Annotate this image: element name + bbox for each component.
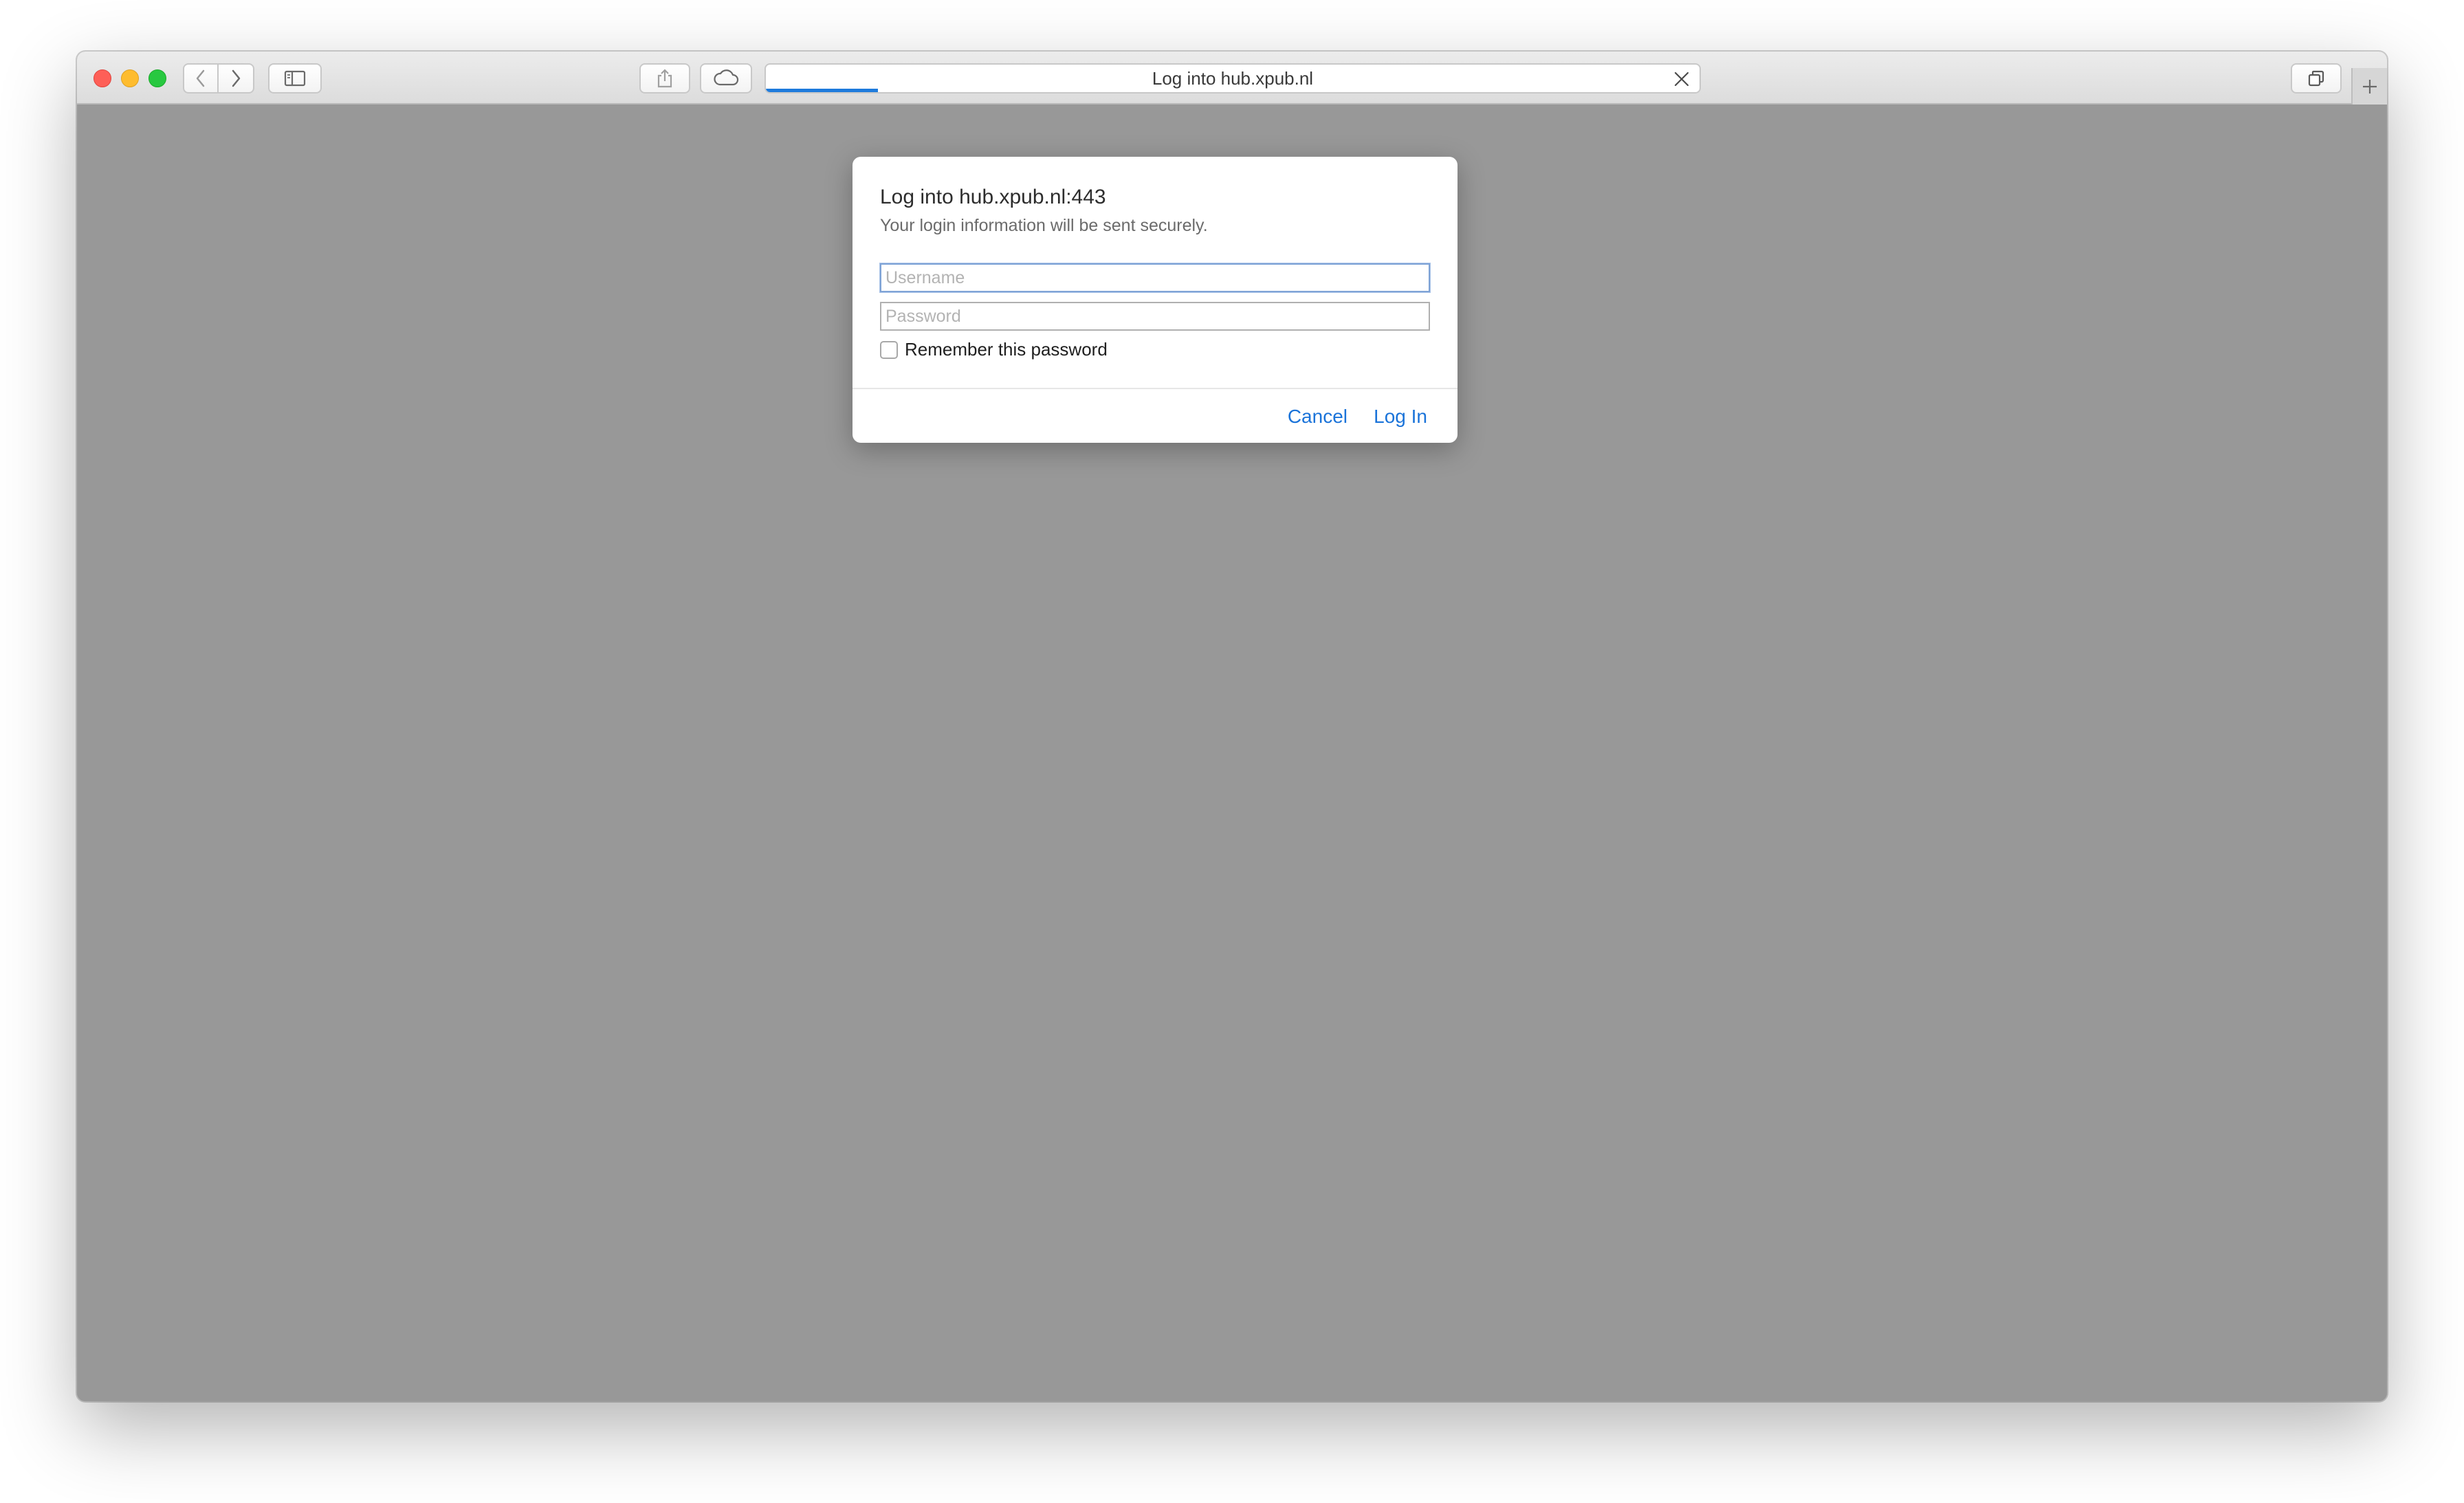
sidebar-icon — [284, 70, 306, 87]
dialog-subtitle: Your login information will be sent secu… — [880, 216, 1208, 235]
sidebar-button[interactable] — [268, 63, 322, 94]
new-tab-button[interactable] — [2351, 68, 2387, 105]
username-field[interactable] — [880, 263, 1430, 292]
address-bar[interactable]: Log into hub.xpub.nl — [764, 63, 1701, 94]
forward-button[interactable] — [219, 63, 254, 94]
close-window-button[interactable] — [94, 69, 111, 87]
plus-icon — [2363, 79, 2377, 94]
dialog-divider — [852, 388, 1458, 389]
remember-password-label[interactable]: Remember this password — [905, 339, 1108, 360]
zoom-window-button[interactable] — [148, 69, 166, 87]
remember-password-row[interactable]: Remember this password — [880, 339, 1108, 360]
icloud-tabs-button[interactable] — [700, 63, 752, 94]
stop-loading-button[interactable] — [1673, 71, 1690, 87]
dialog-title: Log into hub.xpub.nl:443 — [880, 186, 1106, 208]
cloud-icon — [714, 69, 739, 86]
cancel-button[interactable]: Cancel — [1288, 406, 1348, 428]
password-field[interactable] — [880, 302, 1430, 331]
navigation-buttons — [183, 63, 254, 94]
minimize-window-button[interactable] — [121, 69, 139, 87]
log-in-button[interactable]: Log In — [1374, 406, 1427, 428]
page-load-progress — [766, 89, 878, 92]
close-icon — [1674, 72, 1689, 87]
tab-overview-icon — [2308, 70, 2324, 87]
browser-toolbar: Log into hub.xpub.nl — [77, 52, 2387, 105]
remember-password-checkbox[interactable] — [880, 340, 898, 359]
share-icon — [657, 69, 672, 88]
share-button[interactable] — [639, 63, 690, 94]
back-button[interactable] — [183, 63, 219, 94]
tab-overview-button[interactable] — [2291, 63, 2342, 94]
address-bar-text: Log into hub.xpub.nl — [1152, 67, 1314, 89]
chevron-right-icon — [232, 69, 241, 87]
chevron-left-icon — [196, 69, 205, 87]
login-dialog: Log into hub.xpub.nl:443 Your login info… — [852, 157, 1458, 443]
